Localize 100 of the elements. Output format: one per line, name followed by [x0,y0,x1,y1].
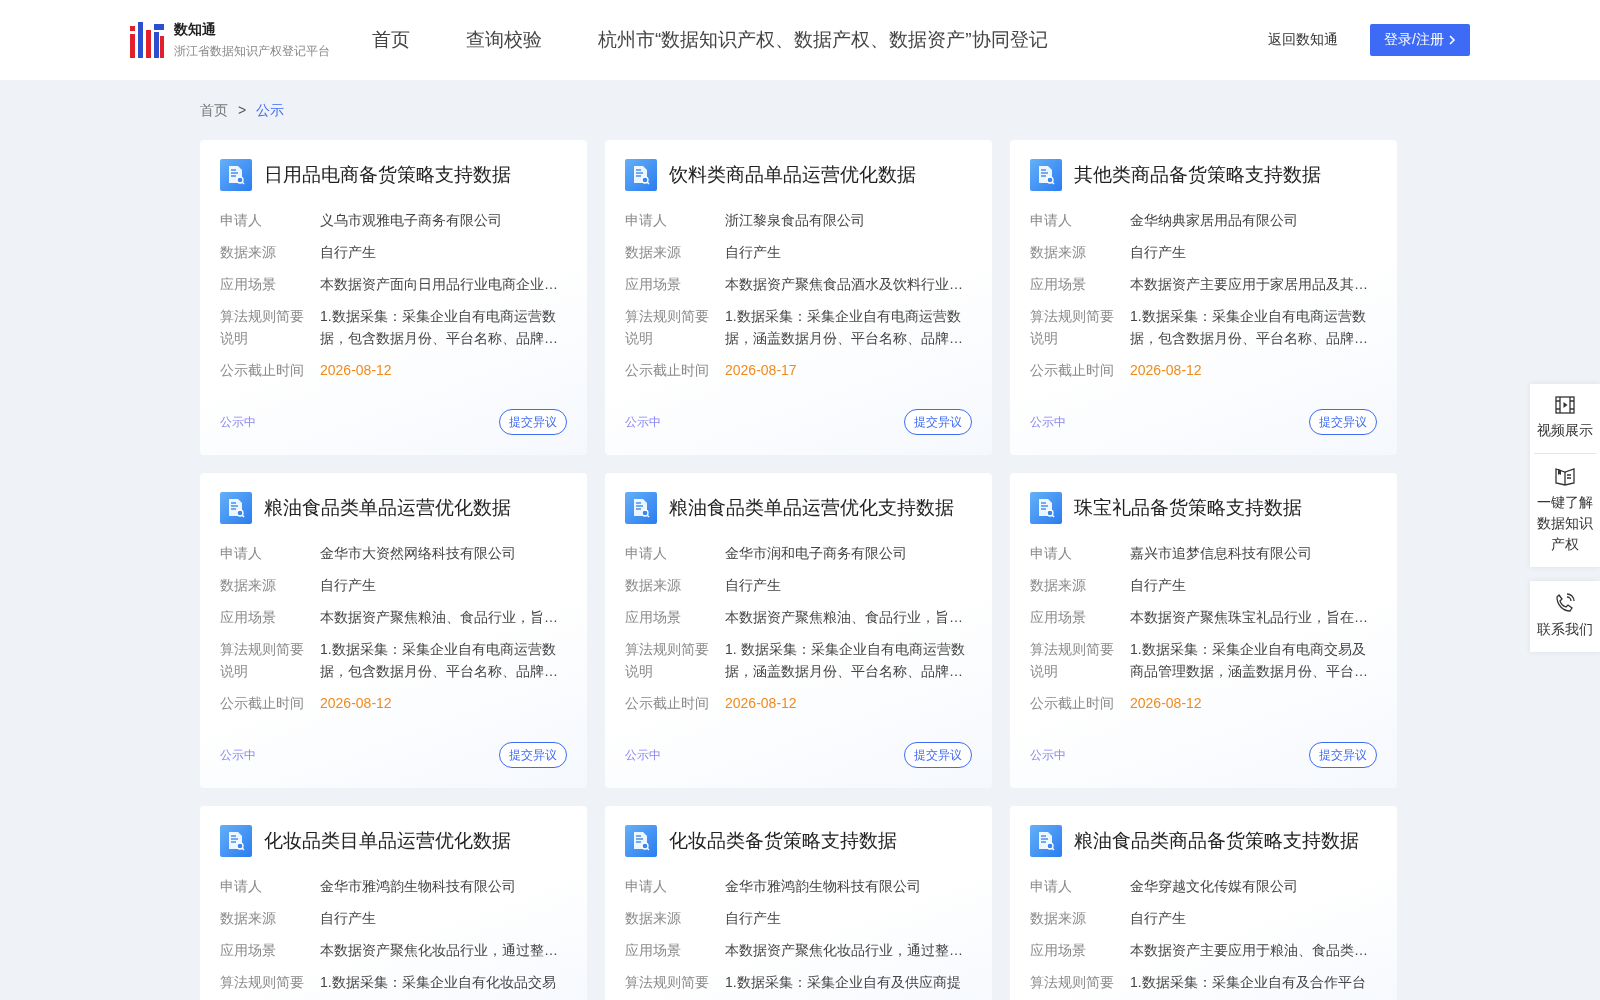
document-search-icon [1030,492,1062,524]
document-search-icon [625,825,657,857]
document-search-icon [625,492,657,524]
field-label: 数据来源 [220,243,277,262]
deadline-date: 2026-08-12 [320,361,393,380]
field-value: 1.数据采集：采集企业自有电商运营数据，包含数据月份、平台名称、品牌… [320,640,559,681]
card-title[interactable]: 其他类商品备货策略支持数据 [1074,162,1321,188]
document-search-icon [1030,825,1062,857]
field-label: 数据来源 [1030,576,1087,595]
back-link[interactable]: 返回数知通 [1268,31,1339,49]
card-title[interactable]: 化妆品类备货策略支持数据 [669,828,897,854]
field-value: 本数据资产面向日用品行业电商企业… [320,275,559,294]
field-value: 浙江黎泉食品有限公司 [725,211,866,230]
field-value: 本数据资产聚焦化妆品行业，通过整… [320,941,559,960]
field-label: 公示截止时间 [1030,694,1115,713]
field-value: 自行产生 [320,909,377,928]
field-label: 数据来源 [1030,243,1087,262]
side-panel-item[interactable]: 一键了解数据知识产权 [1534,453,1596,567]
breadcrumb-separator: > [238,102,247,120]
field-label: 数据来源 [1030,909,1087,928]
status-label: 公示中 [1030,746,1066,764]
card-title[interactable]: 粮油食品类单品运营优化支持数据 [669,495,954,521]
field-label: 算法规则简要说明 [625,640,710,681]
field-label: 算法规则简要 [1030,973,1115,992]
objection-button[interactable]: 提交异议 [499,409,567,435]
field-value: 本数据资产聚焦珠宝礼品行业，旨在… [1130,608,1369,627]
field-value: 金华纳典家居用品有限公司 [1130,211,1299,230]
field-value: 1.数据采集：采集企业自有电商运营数据，包含数据月份、平台名称、品牌… [320,307,559,348]
field-value: 本数据资产聚焦粮油、食品行业，旨… [320,608,559,627]
field-value: 1.数据采集：采集企业自有及合作平台 [1130,973,1367,992]
objection-button[interactable]: 提交异议 [904,742,972,768]
field-label: 算法规则简要说明 [1030,640,1115,681]
deadline-date: 2026-08-12 [1130,361,1203,380]
field-label: 应用场景 [1030,608,1087,627]
field-value: 本数据资产主要应用于粮油、食品类… [1130,941,1369,960]
logo-icon [130,22,164,58]
field-label: 申请人 [1030,211,1073,230]
field-label: 公示截止时间 [625,694,710,713]
card-title[interactable]: 珠宝礼品备货策略支持数据 [1074,495,1302,521]
chevron-icon [1448,34,1456,46]
deadline-date: 2026-08-17 [725,361,798,380]
field-value: 1.数据采集：采集企业自有化妆品交易 [320,973,557,992]
field-label: 应用场景 [625,941,682,960]
objection-button[interactable]: 提交异议 [1309,409,1377,435]
field-value: 本数据资产聚焦化妆品行业，通过整… [725,941,964,960]
field-label: 公示截止时间 [625,361,710,380]
card-title[interactable]: 粮油食品类单品运营优化数据 [264,495,511,521]
field-label: 算法规则简要说明 [220,640,305,681]
field-value: 1.数据采集：采集企业自有电商交易及商品管理数据，涵盖数据月份、平台… [1130,640,1369,681]
objection-button[interactable]: 提交异议 [1309,742,1377,768]
field-label: 申请人 [220,544,263,563]
card-title[interactable]: 化妆品类目单品运营优化数据 [264,828,511,854]
side-item-label: 视频展示 [1537,421,1593,440]
field-value: 嘉兴市追梦信息科技有限公司 [1130,544,1313,563]
phone-icon [1555,593,1575,613]
field-value: 义乌市观雅电子商务有限公司 [320,211,503,230]
field-label: 应用场景 [220,941,277,960]
film-icon [1555,396,1575,414]
field-label: 算法规则简要 [220,973,305,992]
side-panel-item[interactable]: 联系我们 [1534,581,1596,652]
field-label: 申请人 [625,544,668,563]
field-value: 自行产生 [320,243,377,262]
document-search-icon [625,159,657,191]
field-label: 申请人 [220,211,263,230]
field-value: 自行产生 [1130,576,1187,595]
field-value: 自行产生 [725,909,782,928]
field-label: 算法规则简要说明 [625,307,710,348]
objection-button[interactable]: 提交异议 [499,742,567,768]
card-title[interactable]: 日用品电商备货策略支持数据 [264,162,511,188]
field-label: 公示截止时间 [220,694,305,713]
field-value: 自行产生 [725,243,782,262]
login-button[interactable]: 登录/注册 [1370,24,1470,56]
book-icon [1554,466,1576,486]
field-label: 申请人 [625,877,668,896]
field-value: 金华市雅鸿韵生物科技有限公司 [320,877,517,896]
field-label: 申请人 [1030,877,1073,896]
document-search-icon [220,825,252,857]
objection-button[interactable]: 提交异议 [904,409,972,435]
field-label: 申请人 [625,211,668,230]
nav-link[interactable]: 首页 [372,27,410,53]
breadcrumb-link[interactable]: 首页 [200,102,228,120]
field-label: 算法规则简要 [625,973,710,992]
field-label: 数据来源 [220,576,277,595]
field-value: 自行产生 [725,576,782,595]
side-panel-item[interactable]: 视频展示 [1534,384,1596,453]
breadcrumb-link[interactable]: 公示 [256,102,285,120]
field-label: 申请人 [1030,544,1073,563]
card-title[interactable]: 饮料类商品单品运营优化数据 [669,162,916,188]
status-label: 公示中 [220,413,256,431]
field-value: 自行产生 [1130,909,1187,928]
field-value: 金华穿越文化传媒有限公司 [1130,877,1299,896]
nav-link[interactable]: 查询校验 [466,27,542,53]
field-label: 数据来源 [625,243,682,262]
document-search-icon [1030,159,1062,191]
side-item-label: 联系我们 [1537,620,1593,639]
nav-link[interactable]: 杭州市“数据知识产权、数据产权、数据资产”协同登记 [598,27,1048,53]
card-title[interactable]: 粮油食品类商品备货策略支持数据 [1074,828,1359,854]
field-value: 金华市润和电子商务有限公司 [725,544,908,563]
field-value: 1.数据采集：采集企业自有及供应商提 [725,973,962,992]
logo-title: 数知通 [174,20,217,39]
